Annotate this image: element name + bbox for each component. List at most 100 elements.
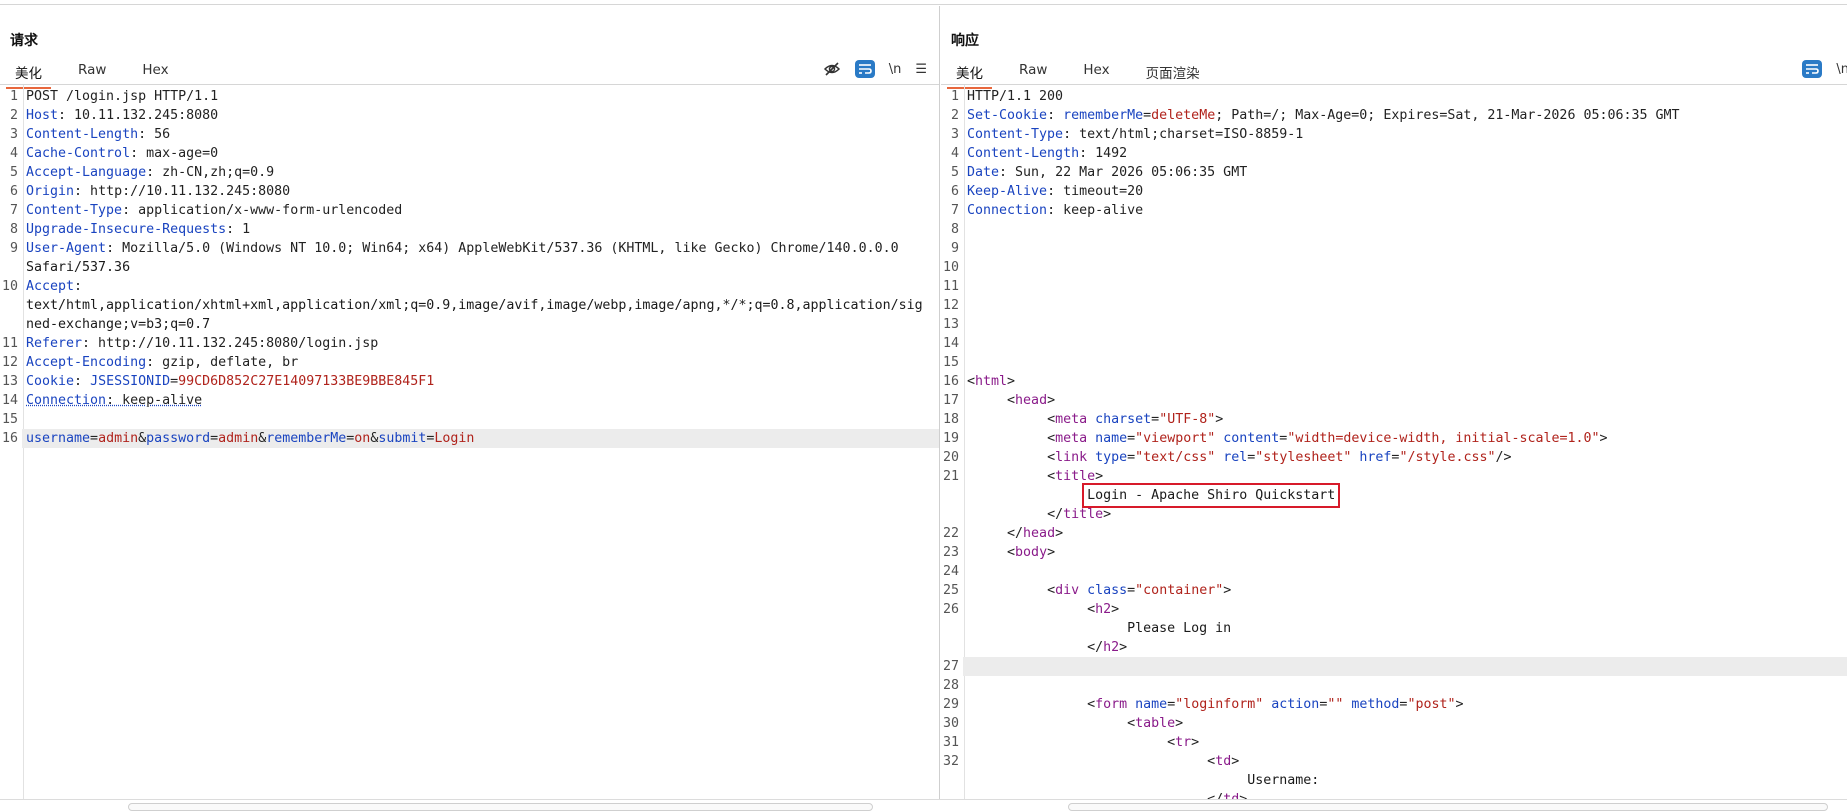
line-number: 31 — [942, 735, 959, 750]
code-line: 23 <body> — [941, 543, 1847, 562]
line-number: 3 — [950, 127, 959, 142]
code-line: 32 <td> — [941, 752, 1847, 771]
line-number: 5 — [950, 165, 959, 180]
line-number: 14 — [942, 336, 959, 351]
line-content: Content-Type: text/html;charset=ISO-8859… — [967, 127, 1304, 142]
code-line: 6 Origin: http://10.11.132.245:8080 — [0, 182, 939, 201]
request-search-box[interactable] — [128, 803, 873, 811]
code-line-wrap: ned-exchange;v=b3;q=0.7 — [26, 317, 211, 332]
code-line: 4 Content-Length: 1492 — [941, 144, 1847, 163]
line-number: 8 — [9, 222, 18, 237]
request-editor[interactable]: 1 POST /login.jsp HTTP/1.1 2 Host: 10.11.13… — [0, 85, 939, 799]
line-content — [963, 676, 1847, 695]
eye-off-icon[interactable] — [823, 61, 841, 77]
code-line: 8 Upgrade-Insecure-Requests: 1 — [0, 220, 939, 239]
line-content — [963, 277, 1847, 296]
line-content: Content-Length: 1492 — [967, 146, 1128, 161]
code-line: 17 <head> — [941, 391, 1847, 410]
line-content — [963, 334, 1847, 353]
line-number: 6 — [950, 184, 959, 199]
line-content: Connection: keep-alive — [26, 393, 203, 408]
line-content: Upgrade-Insecure-Requests: 1 — [26, 222, 251, 237]
line-content: <td> — [1207, 754, 1240, 769]
code-line: 24 — [941, 562, 1847, 581]
code-line: 14 — [941, 334, 1847, 353]
wrap-icon[interactable] — [1802, 60, 1823, 78]
line-content — [963, 220, 1847, 239]
newline-toggle[interactable]: \n — [1836, 62, 1847, 77]
line-content: Origin: http://10.11.132.245:8080 — [26, 184, 291, 199]
line-content — [963, 258, 1847, 277]
menu-icon[interactable]: ☰ — [915, 62, 927, 77]
line-number: 14 — [1, 393, 18, 408]
code-line: 1 POST /login.jsp HTTP/1.1 — [0, 87, 939, 106]
code-line: 6 Keep-Alive: timeout=20 — [941, 182, 1847, 201]
line-content — [963, 562, 1847, 581]
line-content: <form name="loginform" action="" method=… — [1087, 697, 1464, 712]
line-content — [963, 315, 1847, 334]
line-content: Cache-Control: max-age=0 — [26, 146, 219, 161]
line-content: <tr> — [1167, 735, 1200, 750]
bottom-bar — [0, 799, 1847, 811]
code-line: 22 </head> — [941, 524, 1847, 543]
code-line: 15 — [0, 410, 939, 429]
line-number: 9 — [9, 241, 18, 256]
line-number: 7 — [9, 203, 18, 218]
request-pane: 请求 美化 Raw Hex \n ☰ 1 POST /login.jsp HTTP… — [0, 6, 940, 799]
line-number: 27 — [942, 659, 959, 674]
line-content: Accept-Language: zh-CN,zh;q=0.9 — [26, 165, 275, 180]
code-line: 21 <title> — [941, 467, 1847, 486]
code-line: 10 — [941, 258, 1847, 277]
line-content: <h2> — [1087, 602, 1120, 617]
line-content: Content-Length: 56 — [26, 127, 171, 142]
line-content: Accept: — [26, 279, 83, 294]
line-number: 2 — [950, 108, 959, 123]
code-line: 7 Connection: keep-alive — [941, 201, 1847, 220]
wrap-icon[interactable] — [854, 60, 875, 78]
response-search-box[interactable] — [1068, 803, 1828, 811]
code-line: 15 — [941, 353, 1847, 372]
line-number: 8 — [950, 222, 959, 237]
code-line-wrap: Login - Apache Shiro Quickstart — [941, 483, 1847, 508]
line-content: POST /login.jsp HTTP/1.1 — [26, 89, 219, 104]
code-line: 28 — [941, 676, 1847, 695]
response-editor[interactable]: 1 HTTP/1.1 200 2 Set-Cookie: rememberMe=del… — [941, 85, 1847, 799]
line-number: 3 — [9, 127, 18, 142]
code-line: 20 <link type="text/css" rel="stylesheet… — [941, 448, 1847, 467]
line-number: 28 — [942, 678, 959, 693]
code-line: 4 Cache-Control: max-age=0 — [0, 144, 939, 163]
line-content: <title> — [1047, 469, 1104, 484]
code-line: 5 Accept-Language: zh-CN,zh;q=0.9 — [0, 163, 939, 182]
code-line: 11 Referer: http://10.11.132.245:8080/log… — [0, 334, 939, 353]
code-line: 14 Connection: keep-alive — [0, 391, 939, 410]
code-line: 25 <div class="container"> — [941, 581, 1847, 600]
line-number: 26 — [942, 602, 959, 617]
code-line: 2 Host: 10.11.132.245:8080 — [0, 106, 939, 125]
line-content: <html> — [967, 374, 1016, 389]
line-number: 12 — [942, 298, 959, 313]
line-number: 13 — [942, 317, 959, 332]
line-number: 15 — [942, 355, 959, 370]
code-line: 5 Date: Sun, 22 Mar 2026 05:06:35 GMT — [941, 163, 1847, 182]
code-line: 7 Content-Type: application/x-www-form-ur… — [0, 201, 939, 220]
line-content: <head> — [1007, 393, 1056, 408]
code-line: 30 <table> — [941, 714, 1847, 733]
response-lines: 1 HTTP/1.1 200 2 Set-Cookie: rememberMe=del… — [941, 87, 1847, 799]
line-number: 20 — [942, 450, 959, 465]
code-line: 12 Accept-Encoding: gzip, deflate, br — [0, 353, 939, 372]
line-content: <meta name="viewport" content="width=dev… — [1047, 431, 1608, 446]
line-number: 10 — [942, 260, 959, 275]
line-content: <table> — [1127, 716, 1184, 731]
line-number: 13 — [1, 374, 18, 389]
top-border — [0, 0, 1847, 5]
code-line: 27 — [941, 657, 1847, 676]
newline-toggle[interactable]: \n — [889, 62, 902, 77]
line-number: 32 — [942, 754, 959, 769]
line-number: 4 — [9, 146, 18, 161]
line-number: 16 — [942, 374, 959, 389]
code-line-wrap: Please Log in — [967, 621, 1232, 636]
line-number: 16 — [1, 431, 18, 446]
line-content: <meta charset="UTF-8"> — [1047, 412, 1224, 427]
line-number: 22 — [942, 526, 959, 541]
line-number: 21 — [942, 469, 959, 484]
